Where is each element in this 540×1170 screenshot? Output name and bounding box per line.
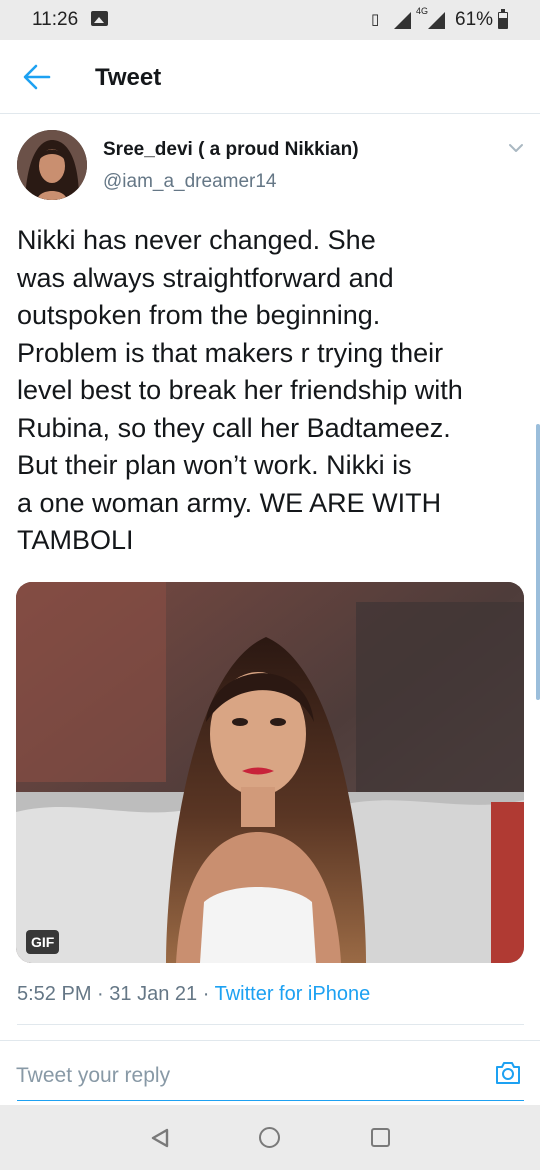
arrow-left-icon[interactable] xyxy=(22,63,52,91)
signal-icon xyxy=(394,12,411,29)
gif-image xyxy=(16,582,524,963)
scrollbar[interactable] xyxy=(536,424,540,700)
tweet-source-link[interactable]: Twitter for iPhone xyxy=(215,983,371,1005)
vibrate-icon: ▯ xyxy=(371,11,379,28)
reply-input[interactable] xyxy=(16,1062,486,1090)
triangle-back-icon[interactable] xyxy=(150,1128,170,1148)
author-name[interactable]: Sree_devi ( a proud Nikkian) xyxy=(103,139,359,161)
network-type: 4G xyxy=(416,6,429,16)
status-bar: 11:26 ▯ 4G 61% xyxy=(0,0,540,40)
image-notification-icon xyxy=(91,11,108,26)
tweet-gif-media[interactable] xyxy=(16,582,524,963)
tweet-meta: 5:52 PM · 31 Jan 21 · Twitter for iPhone xyxy=(17,983,370,1006)
meta-separator: · xyxy=(202,983,210,1005)
chevron-down-icon[interactable] xyxy=(506,140,526,156)
tweet-text: Nikki has never changed. She was always … xyxy=(17,225,463,555)
status-time: 11:26 xyxy=(32,9,79,30)
author-handle[interactable]: @iam_a_dreamer14 xyxy=(103,171,277,193)
camera-icon[interactable] xyxy=(494,1059,522,1087)
square-recents-icon[interactable] xyxy=(371,1128,390,1147)
tweet-time: 5:52 PM xyxy=(17,983,92,1005)
reply-underline xyxy=(17,1100,524,1101)
signal-4g-icon xyxy=(428,12,445,29)
circle-home-icon[interactable] xyxy=(259,1127,280,1148)
divider xyxy=(17,1024,524,1025)
divider xyxy=(0,1040,540,1041)
avatar[interactable] xyxy=(17,130,87,200)
gif-badge: GIF xyxy=(26,930,60,954)
system-nav-bar xyxy=(0,1105,540,1170)
battery-percent: 61% xyxy=(455,9,494,30)
meta-separator: · xyxy=(97,983,104,1005)
battery-icon xyxy=(498,9,508,29)
page-title: Tweet xyxy=(95,64,162,91)
app-bar: Tweet xyxy=(0,40,540,114)
tweet-date: 31 Jan 21 xyxy=(109,983,198,1005)
